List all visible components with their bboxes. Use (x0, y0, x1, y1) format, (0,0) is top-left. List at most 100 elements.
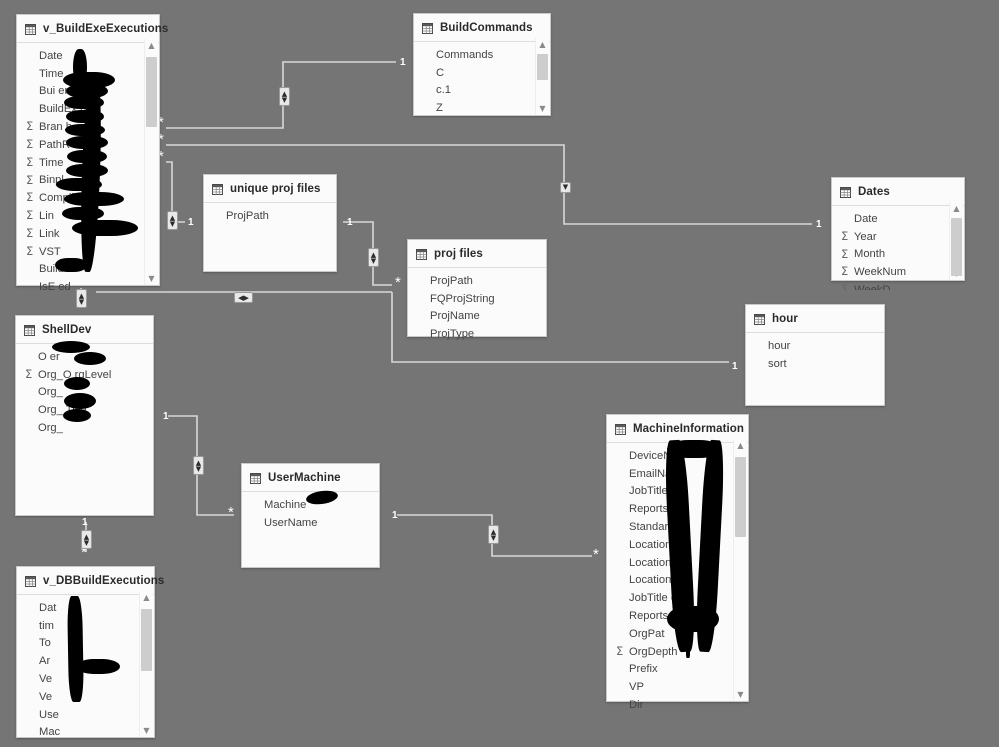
field-row[interactable]: Σ Link (17, 225, 159, 243)
field-row[interactable]: Σ PathR (17, 136, 159, 154)
table-card-usermachine[interactable]: UserMachine Machine UserName (241, 463, 380, 568)
table-header-machineinformation[interactable]: MachineInformation (607, 415, 748, 443)
scroll-up-arrow-icon[interactable]: ▲ (734, 439, 747, 452)
scroll-down-arrow-icon[interactable]: ▼ (145, 272, 158, 285)
vertical-scrollbar[interactable]: ▲▼ (949, 202, 963, 280)
field-row[interactable]: Σ Lin (17, 207, 159, 225)
field-row[interactable]: sort (746, 355, 884, 373)
scroll-down-arrow-icon[interactable]: ▼ (536, 102, 549, 115)
field-row[interactable]: Σ Year (832, 228, 964, 246)
cross-filter-both-machineinfo[interactable]: ▲ ▼ (488, 525, 499, 544)
field-row[interactable]: Σ Month (832, 246, 964, 264)
scrollbar-thumb[interactable] (951, 218, 962, 276)
field-row[interactable]: Org_ Title (16, 401, 153, 419)
table-header-proj_files[interactable]: proj files (408, 240, 546, 268)
field-row[interactable]: Ar (17, 652, 154, 670)
field-row[interactable]: Date (832, 210, 964, 228)
table-header-v_buildexeexecutions[interactable]: v_BuildExeExecutions (17, 15, 168, 43)
field-row[interactable]: UserName (242, 514, 379, 532)
field-row[interactable]: Build (17, 261, 159, 279)
scroll-up-arrow-icon[interactable]: ▲ (950, 202, 963, 215)
field-row[interactable]: Σ Time (17, 154, 159, 172)
field-row[interactable]: ProjPath (204, 207, 336, 225)
table-header-dates[interactable]: Dates (832, 178, 964, 206)
table-card-v_buildexeexecutions[interactable]: v_BuildExeExecutions Date Time Bui ent Build… (16, 14, 168, 293)
field-row[interactable]: Location (607, 536, 748, 554)
scroll-down-arrow-icon[interactable]: ▼ (734, 688, 747, 701)
field-row[interactable]: Location (607, 554, 748, 572)
model-relationships-canvas[interactable]: 1***111***11*11** ▲▼▼▲▼▲▼◀▶▲▼▲▼▲▼▲▼ v_Bu… (0, 0, 999, 743)
cross-filter-both-dbbuild[interactable]: ▲ ▼ (81, 530, 92, 549)
field-row[interactable]: Ve (17, 688, 154, 706)
scroll-up-arrow-icon[interactable]: ▲ (140, 591, 153, 604)
field-row[interactable]: Σ Binpl (17, 172, 159, 190)
field-row[interactable]: FQProjString (408, 290, 546, 308)
field-row[interactable]: EmailNa (607, 465, 748, 483)
field-row[interactable]: Machine (242, 496, 379, 514)
field-row[interactable]: O er (16, 348, 153, 366)
field-row[interactable]: hour (746, 337, 884, 355)
field-row[interactable]: Time (17, 65, 159, 83)
scroll-up-arrow-icon[interactable]: ▲ (536, 38, 549, 51)
scroll-down-arrow-icon[interactable]: ▼ (140, 724, 153, 737)
vertical-scrollbar[interactable]: ▲▼ (733, 439, 747, 701)
table-card-unique_proj_files[interactable]: unique proj files ProjPath (203, 174, 337, 272)
field-row[interactable]: Commands (414, 46, 550, 64)
field-row[interactable]: JobTitle es (607, 589, 748, 607)
field-row[interactable]: c.1 (414, 82, 550, 100)
field-row[interactable]: ProjType (408, 325, 546, 343)
table-card-shelldev[interactable]: ShellDev O er Σ Org_O rgLevel Org_ Org_ Title… (15, 315, 154, 516)
field-row[interactable]: Z (414, 99, 550, 117)
field-row[interactable]: Dat (17, 599, 154, 617)
field-row[interactable]: To (17, 635, 154, 653)
cross-filter-both-buildcommands[interactable]: ▲ ▼ (279, 87, 290, 106)
field-row[interactable]: ProjName (408, 308, 546, 326)
field-row[interactable]: OrgPat (607, 625, 748, 643)
table-card-proj_files[interactable]: proj files ProjPath FQProjString ProjName Pr… (407, 239, 547, 340)
table-header-shelldev[interactable]: ShellDev (16, 316, 153, 344)
field-row[interactable]: Org_ (16, 419, 153, 437)
field-row[interactable]: IsE ed (17, 278, 159, 295)
field-row[interactable]: C (414, 64, 550, 82)
table-card-dates[interactable]: Dates Date Σ Year Σ Month Σ WeekNum Σ WeekD ▲▼ (831, 177, 965, 290)
table-header-v_dbbuildexecutions[interactable]: v_DBBuildExecutions (17, 567, 164, 595)
scrollbar-thumb[interactable] (735, 457, 746, 537)
table-card-hour[interactable]: hour hour sort (745, 304, 885, 406)
field-row[interactable]: Σ Bran h (17, 118, 159, 136)
vertical-scrollbar[interactable]: ▲▼ (144, 39, 158, 285)
scrollbar-thumb[interactable] (146, 57, 157, 127)
cross-filter-both-projfiles[interactable]: ▲ ▼ (368, 248, 379, 267)
scrollbar-thumb[interactable] (537, 54, 548, 80)
field-row[interactable]: DeviceN er (607, 447, 748, 465)
field-row[interactable]: ProjPath (408, 272, 546, 290)
table-header-hour[interactable]: hour (746, 305, 884, 333)
field-row[interactable]: Reports m (607, 607, 748, 625)
table-card-v_dbbuildexecutions[interactable]: v_DBBuildExecutions Dat tim To Ar Ve Ve Use Mac ▲… (16, 566, 164, 738)
table-header-buildcommands[interactable]: BuildCommands (414, 14, 550, 42)
cross-filter-both-buildexe-h[interactable]: ◀ ▶ (234, 292, 253, 303)
cross-filter-single-dates[interactable]: ▼ (560, 182, 571, 193)
field-row[interactable]: Standar (607, 518, 748, 536)
table-header-unique_proj_files[interactable]: unique proj files (204, 175, 336, 203)
vertical-scrollbar[interactable]: ▲▼ (139, 591, 153, 737)
field-row[interactable]: VP (607, 678, 748, 696)
field-row[interactable]: Σ OrgDepth (607, 643, 748, 661)
scroll-up-arrow-icon[interactable]: ▲ (145, 39, 158, 52)
field-row[interactable]: tim (17, 617, 154, 635)
field-row[interactable]: Mac (17, 724, 154, 742)
field-row[interactable]: Prefix (607, 661, 748, 679)
field-row[interactable]: Date (17, 47, 159, 65)
table-card-machineinformation[interactable]: MachineInformation DeviceN er EmailNa JobTi… (606, 414, 749, 711)
field-row[interactable]: Ve (17, 670, 154, 688)
vertical-scrollbar[interactable]: ▲▼ (535, 38, 549, 115)
table-header-usermachine[interactable]: UserMachine (242, 464, 379, 492)
field-row[interactable]: Use (17, 706, 154, 724)
field-row[interactable]: JobTitle (607, 483, 748, 501)
field-row[interactable]: Dir (607, 696, 748, 711)
field-row[interactable]: Σ WeekNum (832, 263, 964, 281)
field-row[interactable]: Σ Compil (17, 189, 159, 207)
field-row[interactable]: Σ VST (17, 243, 159, 261)
cross-filter-both-uniqueproj[interactable]: ▲ ▼ (167, 211, 178, 230)
field-row[interactable]: Σ Org_O rgLevel (16, 366, 153, 384)
field-row[interactable]: Org_ (16, 384, 153, 402)
